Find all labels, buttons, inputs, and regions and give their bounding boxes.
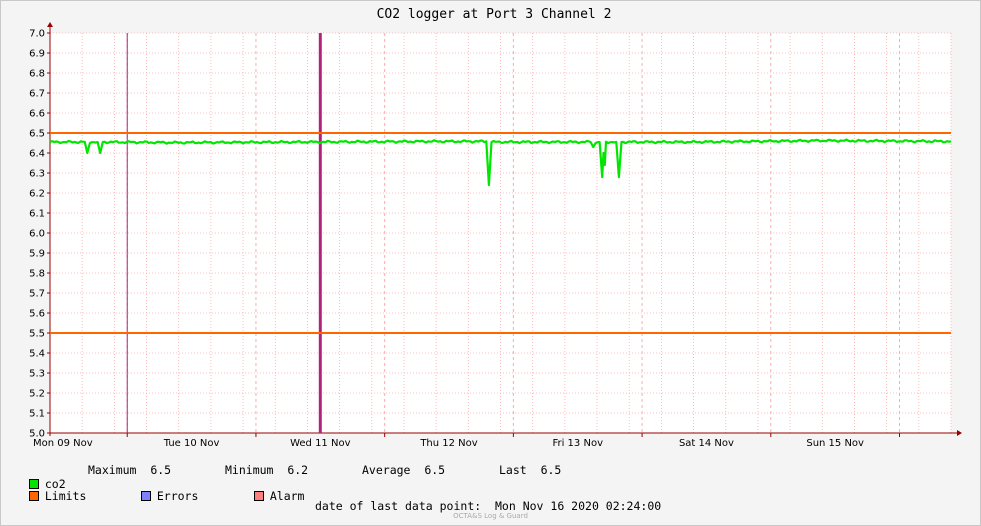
x-tick-label: Sat 14 Nov xyxy=(679,438,734,449)
legend-alarm-label: Alarm xyxy=(269,489,305,503)
x-tick-label: Sun 15 Nov xyxy=(806,438,864,449)
y-tick-label: 6.9 xyxy=(29,49,45,60)
y-tick-label: 7.0 xyxy=(29,29,45,40)
stat-last: Last 6.5 xyxy=(499,463,561,477)
x-tick-label: Tue 10 Nov xyxy=(163,438,220,449)
stat-average: Average 6.5 xyxy=(362,463,445,477)
y-tick-label: 5.8 xyxy=(29,269,45,280)
legend-errors-label: Errors xyxy=(156,489,199,503)
limits-swatch xyxy=(28,491,39,501)
y-tick-label: 5.6 xyxy=(29,309,45,320)
y-tick-label: 6.5 xyxy=(29,129,45,140)
last-data-point-text: date of last data point: Mon Nov 16 2020… xyxy=(315,499,662,513)
y-axis-arrow xyxy=(47,22,53,27)
stat-average-value: 6.5 xyxy=(424,463,446,477)
y-tick-label: 6.4 xyxy=(29,149,45,160)
legend-row-errors: Errors xyxy=(127,475,198,503)
y-tick-label: 5.5 xyxy=(29,329,45,340)
y-tick-label: 5.7 xyxy=(29,289,45,300)
x-tick-label: Wed 11 Nov xyxy=(290,438,350,449)
y-tick-label: 6.8 xyxy=(29,69,45,80)
x-tick-label: Thu 12 Nov xyxy=(419,438,477,449)
chart-title: CO2 logger at Port 3 Channel 2 xyxy=(377,7,612,22)
chart-svg: CO2 logger at Port 3 Channel 2 5.05.15.2… xyxy=(29,7,962,449)
errors-swatch xyxy=(140,491,151,501)
stat-last-value: 6.5 xyxy=(540,463,562,477)
y-tick-label: 5.4 xyxy=(29,349,45,360)
y-tick-label: 6.7 xyxy=(29,89,45,100)
y-tick-label: 6.0 xyxy=(29,229,45,240)
alarm-swatch xyxy=(253,491,264,501)
legend-row-limits: Limits xyxy=(15,475,86,503)
credit-text: OCTA&S Log & Guard xyxy=(453,512,528,520)
y-tick-label: 6.6 xyxy=(29,109,45,120)
y-tick-label: 5.3 xyxy=(29,369,45,380)
y-tick-label: 5.9 xyxy=(29,249,45,260)
y-tick-label: 6.1 xyxy=(29,209,45,220)
stat-average-label: Average xyxy=(362,463,411,477)
y-tick-label: 5.1 xyxy=(29,409,45,420)
stat-last-label: Last xyxy=(499,463,527,477)
y-tick-label: 6.2 xyxy=(29,189,45,200)
y-tick-label: 6.3 xyxy=(29,169,45,180)
x-tick-label: Fri 13 Nov xyxy=(552,438,603,449)
y-tick-label: 5.2 xyxy=(29,389,45,400)
x-tick-label: Mon 09 Nov xyxy=(33,438,93,449)
legend-row-alarm: Alarm xyxy=(240,475,304,503)
x-axis-arrow xyxy=(957,430,962,436)
legend-limits-label: Limits xyxy=(44,489,87,503)
